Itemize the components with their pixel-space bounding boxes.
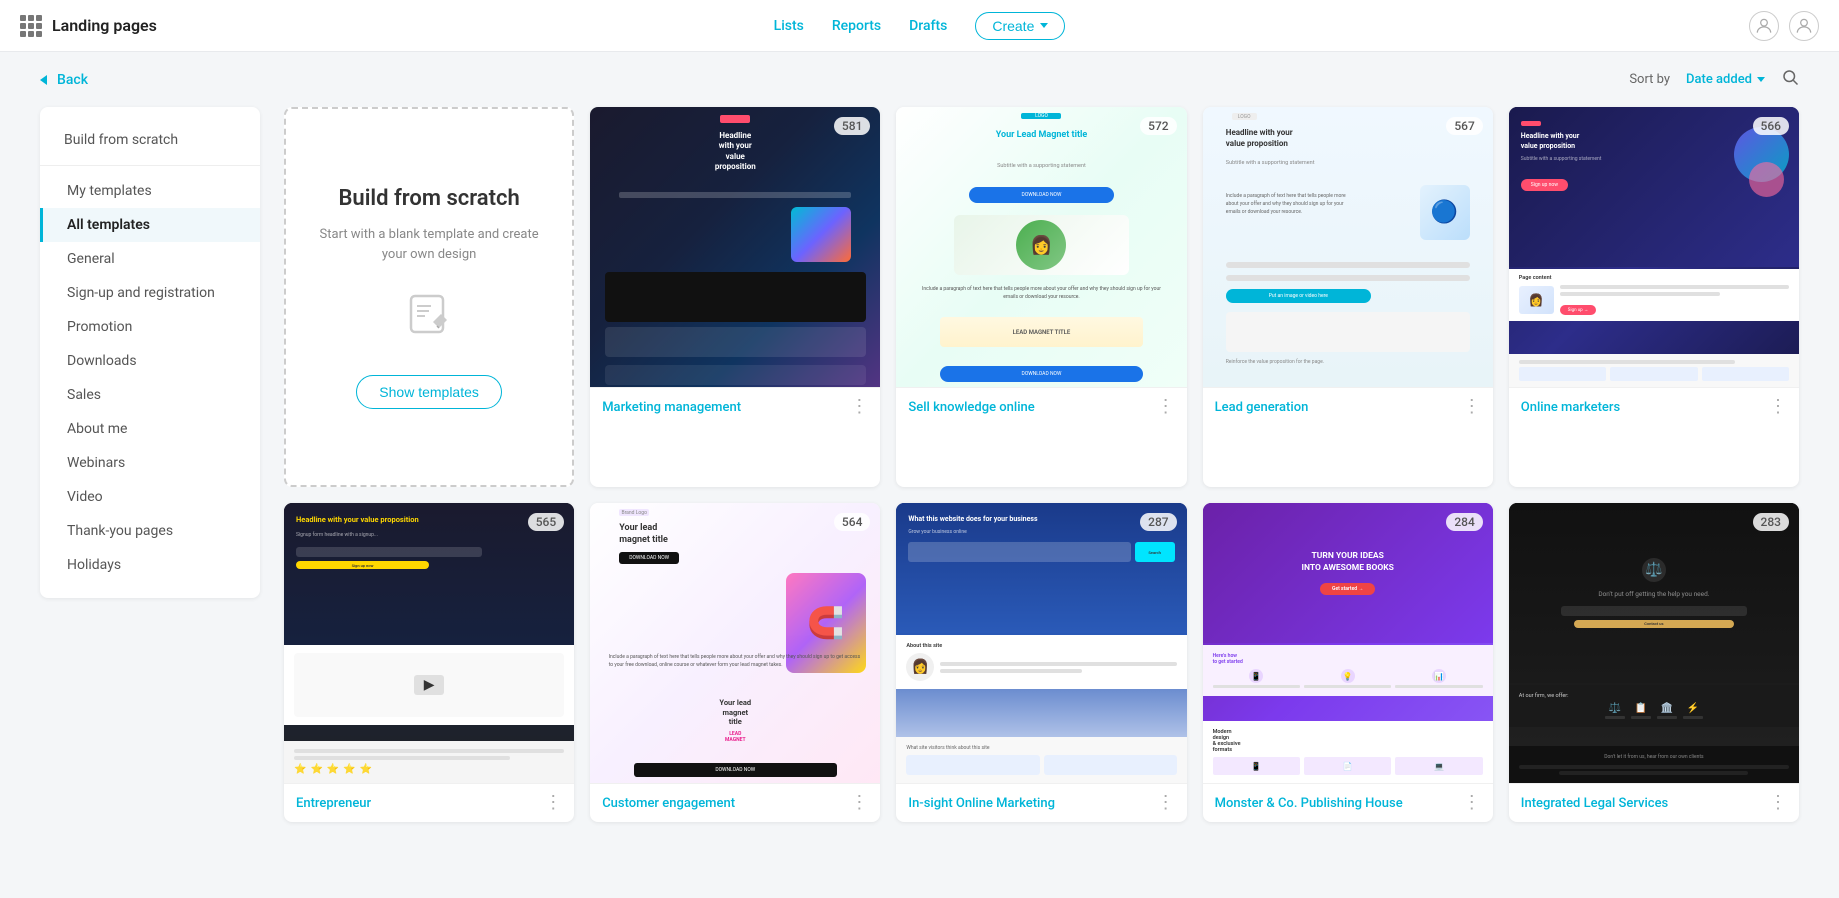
template-badge-insight-online: 287: [1140, 513, 1176, 531]
header-left: Landing pages: [20, 15, 470, 37]
template-menu-entrepreneur[interactable]: ⋮: [544, 794, 562, 812]
template-image-entrepreneur: Headline with your value proposition Sig…: [284, 503, 574, 783]
nav-drafts[interactable]: Drafts: [909, 18, 947, 34]
scratch-card[interactable]: Build from scratch Start with a blank te…: [284, 107, 574, 487]
user-avatar[interactable]: [1749, 11, 1779, 41]
sidebar-item-holidays[interactable]: Holidays: [40, 548, 260, 582]
templates-area: Build from scratch Start with a blank te…: [284, 107, 1799, 822]
template-card-marketing-mgmt[interactable]: Headlinewith yourvalueproposition 581 Ma…: [590, 107, 880, 487]
card-footer-sell-knowledge: Sell knowledge online ⋮: [896, 387, 1186, 426]
header-right: [1369, 11, 1819, 41]
sidebar: Build from scratch My templates All temp…: [40, 107, 260, 598]
card-footer-online-marketers: Online marketers ⋮: [1509, 387, 1799, 426]
sort-chevron-icon: [1757, 77, 1765, 82]
template-image-insight-online: What this website does for your business…: [896, 503, 1186, 783]
template-badge-monster-publishing: 284: [1446, 513, 1482, 531]
template-badge-online-marketers: 566: [1753, 117, 1789, 135]
template-menu-insight-online[interactable]: ⋮: [1157, 794, 1175, 812]
search-button[interactable]: [1781, 68, 1799, 91]
template-badge-sell-knowledge: 572: [1140, 117, 1176, 135]
sidebar-item-video[interactable]: Video: [40, 480, 260, 514]
sub-header-right: Sort by Date added: [1629, 68, 1799, 91]
template-badge-integrated-legal: 283: [1753, 513, 1789, 531]
template-title-entrepreneur: Entrepreneur: [296, 796, 371, 811]
sidebar-item-all-templates[interactable]: All templates: [40, 208, 260, 242]
template-image-customer-engagement: Brand Logo Your leadmagnet title DOWNLOA…: [590, 503, 880, 783]
template-card-monster-publishing[interactable]: TURN YOUR IDEASINTO AWESOME BOOKS Get st…: [1203, 503, 1493, 822]
template-card-insight-online[interactable]: What this website does for your business…: [896, 503, 1186, 822]
template-card-sell-knowledge[interactable]: LOGO Your Lead Magnet title Subtitle wit…: [896, 107, 1186, 487]
template-image-sell-knowledge: LOGO Your Lead Magnet title Subtitle wit…: [896, 107, 1186, 387]
template-title-customer-engagement: Customer engagement: [602, 796, 735, 811]
template-menu-monster-publishing[interactable]: ⋮: [1463, 794, 1481, 812]
template-title-monster-publishing: Monster & Co. Publishing House: [1215, 796, 1403, 811]
template-card-integrated-legal[interactable]: ⚖️ Don't put off getting the help you ne…: [1509, 503, 1799, 822]
sidebar-item-sales[interactable]: Sales: [40, 378, 260, 412]
template-image-integrated-legal: ⚖️ Don't put off getting the help you ne…: [1509, 503, 1799, 783]
create-button[interactable]: Create: [975, 12, 1065, 40]
template-title-marketing-mgmt: Marketing management: [602, 400, 741, 415]
template-card-online-marketers[interactable]: Headline with yourvalue proposition Subt…: [1509, 107, 1799, 487]
sub-header: Back Sort by Date added: [0, 52, 1839, 107]
scratch-subtitle: Start with a blank template and create y…: [310, 225, 548, 264]
sidebar-divider: [40, 165, 260, 166]
scratch-edit-icon: [403, 288, 455, 351]
card-footer-lead-generation: Lead generation ⋮: [1203, 387, 1493, 426]
template-image-monster-publishing: TURN YOUR IDEASINTO AWESOME BOOKS Get st…: [1203, 503, 1493, 783]
template-badge-customer-engagement: 564: [834, 513, 870, 531]
sidebar-item-thank-you[interactable]: Thank-you pages: [40, 514, 260, 548]
main-container: Build from scratch My templates All temp…: [0, 107, 1839, 862]
template-badge-lead-generation: 567: [1446, 117, 1482, 135]
template-title-lead-generation: Lead generation: [1215, 400, 1309, 415]
sidebar-item-webinars[interactable]: Webinars: [40, 446, 260, 480]
card-footer-marketing-mgmt: Marketing management ⋮: [590, 387, 880, 426]
card-footer-monster-publishing: Monster & Co. Publishing House ⋮: [1203, 783, 1493, 822]
show-templates-button[interactable]: Show templates: [356, 375, 502, 409]
sort-label: Sort by: [1629, 72, 1670, 87]
app-title: Landing pages: [52, 16, 157, 35]
card-footer-insight-online: In-sight Online Marketing ⋮: [896, 783, 1186, 822]
template-image-marketing-mgmt: Headlinewith yourvalueproposition: [590, 107, 880, 387]
template-menu-online-marketers[interactable]: ⋮: [1769, 398, 1787, 416]
template-menu-integrated-legal[interactable]: ⋮: [1769, 794, 1787, 812]
template-title-sell-knowledge: Sell knowledge online: [908, 400, 1034, 415]
template-menu-sell-knowledge[interactable]: ⋮: [1157, 398, 1175, 416]
sidebar-item-signup[interactable]: Sign-up and registration: [40, 276, 260, 310]
account-avatar[interactable]: [1789, 11, 1819, 41]
template-image-online-marketers: Headline with yourvalue proposition Subt…: [1509, 107, 1799, 387]
chevron-left-icon: [40, 75, 47, 85]
templates-grid: Build from scratch Start with a blank te…: [284, 107, 1799, 822]
template-title-online-marketers: Online marketers: [1521, 400, 1620, 415]
template-card-entrepreneur[interactable]: Headline with your value proposition Sig…: [284, 503, 574, 822]
app-header: Landing pages Lists Reports Drafts Creat…: [0, 0, 1839, 52]
template-menu-marketing-mgmt[interactable]: ⋮: [850, 398, 868, 416]
sidebar-item-general[interactable]: General: [40, 242, 260, 276]
app-grid-icon[interactable]: [20, 15, 42, 37]
sidebar-item-about-me[interactable]: About me: [40, 412, 260, 446]
scratch-title: Build from scratch: [338, 185, 519, 214]
template-card-lead-generation[interactable]: LOGO Headline with yourvalue proposition…: [1203, 107, 1493, 487]
main-nav: Lists Reports Drafts Create: [470, 12, 1370, 40]
template-menu-lead-generation[interactable]: ⋮: [1463, 398, 1481, 416]
nav-reports[interactable]: Reports: [832, 18, 881, 34]
card-footer-customer-engagement: Customer engagement ⋮: [590, 783, 880, 822]
sidebar-item-my-templates[interactable]: My templates: [40, 174, 260, 208]
template-menu-customer-engagement[interactable]: ⋮: [850, 794, 868, 812]
template-card-customer-engagement[interactable]: Brand Logo Your leadmagnet title DOWNLOA…: [590, 503, 880, 822]
template-title-insight-online: In-sight Online Marketing: [908, 796, 1055, 811]
sidebar-item-promotion[interactable]: Promotion: [40, 310, 260, 344]
card-footer-integrated-legal: Integrated Legal Services ⋮: [1509, 783, 1799, 822]
sidebar-item-build-from-scratch[interactable]: Build from scratch: [40, 123, 260, 157]
template-image-lead-generation: LOGO Headline with yourvalue proposition…: [1203, 107, 1493, 387]
template-badge-marketing-mgmt: 581: [834, 117, 870, 135]
chevron-down-icon: [1040, 23, 1048, 28]
nav-lists[interactable]: Lists: [774, 18, 804, 34]
sort-value-button[interactable]: Date added: [1686, 72, 1765, 87]
template-title-integrated-legal: Integrated Legal Services: [1521, 796, 1668, 811]
back-button[interactable]: Back: [40, 72, 88, 88]
card-footer-entrepreneur: Entrepreneur ⋮: [284, 783, 574, 822]
template-badge-entrepreneur: 565: [528, 513, 564, 531]
sidebar-item-downloads[interactable]: Downloads: [40, 344, 260, 378]
